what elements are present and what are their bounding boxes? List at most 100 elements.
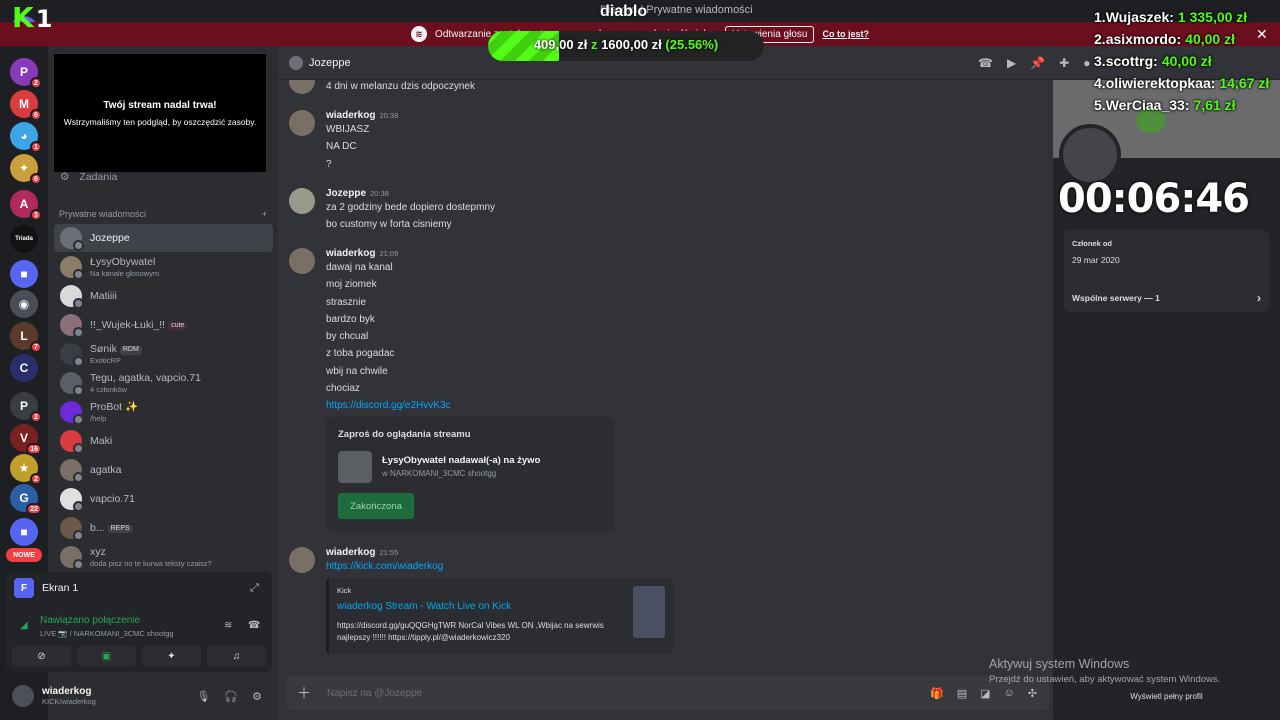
mutual-servers[interactable]: Wspólne serwery — 1 ›	[1064, 284, 1269, 312]
overlay-diablo: diablo	[600, 3, 648, 20]
server-label: P	[19, 65, 28, 79]
popout-icon[interactable]: ⤢	[250, 582, 259, 595]
message-author[interactable]: wiaderkog	[326, 110, 375, 121]
server-icon[interactable]: ◉	[10, 290, 38, 318]
message-avatar[interactable]	[289, 248, 315, 274]
invite-ended-button[interactable]: Zakończona	[338, 493, 414, 519]
add-dm-icon[interactable]: +	[262, 209, 267, 219]
add-friends-icon[interactable]: ✚	[1059, 56, 1069, 70]
message-avatar[interactable]	[289, 547, 315, 573]
dm-item[interactable]: agatka	[54, 456, 273, 484]
pin-icon[interactable]: 📌	[1030, 56, 1045, 70]
watermark-sub: Przejdź do ustawień, aby aktywować syste…	[989, 674, 1221, 685]
server-icon[interactable]: ■	[10, 260, 38, 288]
soundboard-button[interactable]: ♫	[207, 646, 266, 666]
new-badge[interactable]: NOWE	[6, 548, 42, 562]
what-is-this-link[interactable]: Co to jest?	[822, 29, 869, 39]
dm-item[interactable]: Maki	[54, 427, 273, 455]
activities-button[interactable]: ✦	[142, 646, 201, 666]
dm-avatar	[60, 401, 84, 425]
mutual-servers-label: Wspólne serwery — 1	[1072, 293, 1160, 303]
share-screen-button[interactable]: ▣	[77, 646, 136, 666]
dm-item[interactable]: !!_Wujek-Łuki_!! cute	[54, 311, 273, 339]
server-icon[interactable]: L7	[10, 322, 42, 353]
dm-item[interactable]: Matiiii	[54, 282, 273, 310]
dm-item[interactable]: Sønik RDM ExoticRP	[54, 340, 273, 368]
server-icon[interactable]: A3	[10, 190, 42, 221]
donation-text: 409,00 zł z 1600,00 zł (25.56%)	[488, 37, 764, 52]
message-composer[interactable]: ＋ Napisz na @Jozeppe 🎁 ▤ ◪ ☺ ✣	[287, 676, 1049, 710]
server-icon[interactable]: P2	[10, 392, 42, 423]
dm-avatar	[60, 285, 84, 309]
embed-title[interactable]: wiaderkog Stream - Watch Live on Kick	[337, 601, 511, 612]
server-icon[interactable]: C	[10, 354, 38, 382]
message-line: chociaz	[326, 383, 360, 395]
gif-icon[interactable]: ▤	[957, 687, 967, 700]
server-icon[interactable]: ■	[10, 518, 38, 546]
dm-item[interactable]: xyz doda pisz no te kurwa teksty czaisz?	[54, 543, 273, 571]
video-icon[interactable]: ▶	[1007, 56, 1016, 70]
message-author[interactable]: wiaderkog	[326, 547, 375, 558]
message-line: ?	[326, 158, 332, 170]
server-icon[interactable]: M6	[10, 90, 42, 121]
invite-name: ŁysyObywatel nadawał(-a) na żywo	[382, 455, 541, 466]
leaderboard-name: scottrg:	[1105, 53, 1158, 69]
attach-icon[interactable]: ＋	[297, 683, 313, 703]
message-author[interactable]: wiaderkog	[326, 248, 375, 259]
screen-share-row[interactable]: F Ekran 1	[14, 578, 78, 598]
tasks-item[interactable]: ⚙ Zadania	[60, 171, 117, 183]
dm-item[interactable]: ŁysyObywatel Na kanale głosowym	[54, 253, 273, 281]
dm-tag: REPS	[107, 524, 133, 534]
voice-panel: F Ekran 1 ⤢ ◢ Nawiązano połączenie LIVE …	[6, 572, 272, 672]
embed-thumbnail[interactable]	[633, 586, 665, 638]
dm-item[interactable]: vapcio.71	[54, 485, 273, 513]
profile-icon[interactable]: ●	[1083, 56, 1090, 70]
connection-status[interactable]: Nawiązano połączenie	[40, 615, 140, 626]
server-icon[interactable]: P2	[10, 58, 42, 89]
mention-badge: 2	[30, 473, 42, 485]
user-avatar[interactable]	[12, 685, 34, 707]
preview-subtitle: Wstrzymaliśmy ten podgląd, by oszczędzić…	[63, 116, 257, 127]
disconnect-icon[interactable]: ☎	[248, 620, 260, 631]
server-icon[interactable]: G 22	[10, 484, 42, 515]
dm-name-text: !!_Wujek-Łuki_!!	[90, 318, 166, 331]
message-avatar[interactable]	[289, 110, 315, 136]
dm-avatar	[60, 459, 84, 483]
message-avatar[interactable]	[289, 80, 315, 94]
dm-item[interactable]: b... REPS	[54, 514, 273, 542]
emoji-icon[interactable]: ☺	[1004, 687, 1015, 700]
sticker-icon[interactable]: ◪	[980, 687, 990, 700]
leaderboard-name: WerCiaa_33:	[1105, 97, 1190, 113]
message-avatar[interactable]	[289, 188, 315, 214]
apps-icon[interactable]: ✣	[1028, 687, 1037, 700]
server-icon[interactable]: ◕ 1	[10, 122, 42, 153]
dm-name: ProBot ✨	[90, 401, 138, 413]
call-icon[interactable]: ☎	[978, 56, 993, 70]
kick-logo-letter: K	[12, 1, 34, 34]
server-icon[interactable]: V 16	[10, 424, 42, 455]
dm-item[interactable]: Jozeppe	[54, 224, 273, 252]
message-link[interactable]: https://discord.gg/e2HvvK3c	[326, 397, 1026, 414]
leaderboard-row: 5.WerCiaa_33: 7,61 zł	[1094, 94, 1269, 116]
dm-item[interactable]: ProBot ✨/help	[54, 398, 273, 426]
view-full-profile[interactable]: Wyświetl pełny profil	[1053, 692, 1280, 701]
message-author[interactable]: Jozeppe	[326, 188, 366, 199]
settings-icon[interactable]: ⚙	[252, 690, 262, 703]
server-icon[interactable]: Triada	[10, 225, 38, 253]
gift-icon[interactable]: 🎁	[930, 687, 944, 700]
leaderboard-name: Wujaszek:	[1105, 9, 1174, 25]
message-link[interactable]: https://kick.com/wiaderkog	[326, 558, 1026, 575]
message-header: wiaderkog 20:38	[326, 110, 1026, 121]
noise-suppression-icon[interactable]: ≋	[224, 620, 232, 631]
close-icon[interactable]: ✕	[1256, 26, 1268, 43]
dm-name-text: Sønik	[90, 343, 117, 356]
mic-icon[interactable]: 🎙	[196, 690, 210, 703]
headphones-icon[interactable]: 🎧	[224, 690, 238, 703]
stream-preview[interactable]: Twój stream nadal trwa! Wstrzymaliśmy te…	[54, 54, 266, 172]
camera-off-button[interactable]: ⊘	[12, 646, 71, 666]
server-icon[interactable]: ★ 2	[10, 454, 42, 485]
donation-goal-bar: 409,00 zł z 1600,00 zł (25.56%)	[488, 31, 764, 61]
server-icon[interactable]: ✦ 6	[10, 154, 42, 185]
leaderboard-amount: 14,67 zł	[1219, 75, 1270, 91]
dm-item[interactable]: Tegu, agatka, vapcio.71 4 członków	[54, 369, 273, 397]
